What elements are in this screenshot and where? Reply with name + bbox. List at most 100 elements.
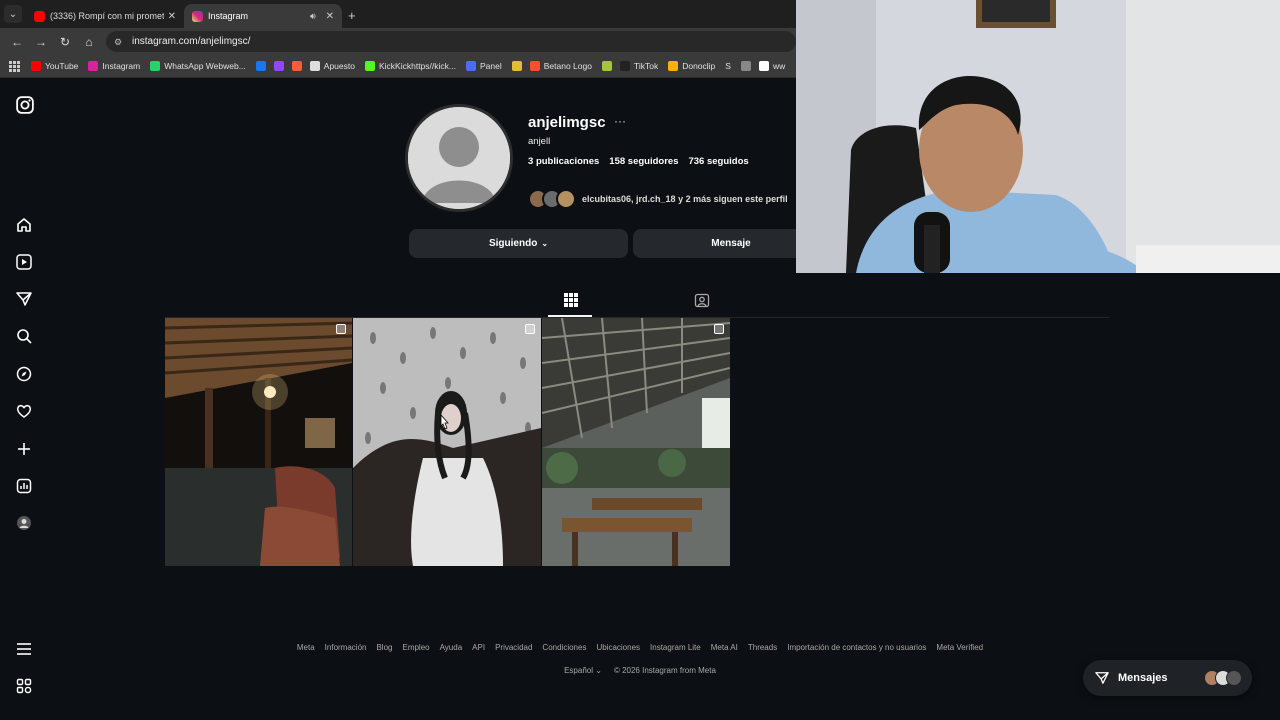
post-rain-patio[interactable] [542, 318, 730, 566]
forward-icon[interactable]: → [30, 35, 52, 49]
bookmark-favicon-icon [465, 61, 476, 71]
bookmark-label: ww [772, 61, 786, 71]
profile-avatar[interactable] [405, 104, 513, 212]
post-image [165, 318, 352, 566]
messages-icon [1095, 672, 1109, 684]
bookmark-item[interactable] [601, 61, 616, 71]
carousel-icon [525, 324, 535, 334]
post-image [542, 318, 730, 566]
bookmark-label: KickKickhttps//kick... [378, 61, 456, 71]
close-tab-icon[interactable]: ✕ [326, 11, 334, 22]
active-tab-indicator [548, 315, 592, 317]
bookmark-item[interactable]: Apuesto [309, 61, 355, 71]
tab-search-button[interactable]: ⌄ [4, 5, 22, 23]
following-button[interactable]: Siguiendo ⌄ [409, 229, 628, 258]
footer-link[interactable]: API [472, 643, 485, 652]
bookmark-item[interactable] [273, 61, 288, 71]
message-avatars [1204, 670, 1242, 686]
bookmark-item[interactable]: S [725, 61, 755, 71]
bookmark-label: Panel [479, 61, 502, 71]
footer-link[interactable]: Meta [297, 643, 315, 652]
carousel-icon [714, 324, 724, 334]
bookmark-item[interactable]: Betano Logo [529, 61, 592, 71]
tab-youtube[interactable]: (3336) Rompí con mi prometida ✕ [26, 4, 184, 28]
home-icon[interactable] [16, 217, 32, 233]
bookmark-favicon-icon [309, 61, 320, 71]
bookmark-item[interactable]: WhatsApp Webweb... [150, 61, 246, 71]
footer-link[interactable]: Threads [748, 643, 777, 652]
footer-link[interactable]: Ubicaciones [596, 643, 640, 652]
chevron-down-icon: ⌄ [595, 666, 602, 675]
post-girl-curtain[interactable] [353, 318, 541, 566]
bookmark-favicon-icon [291, 61, 302, 71]
posts-grid-icon[interactable] [563, 292, 579, 308]
apps-grid-icon[interactable] [9, 61, 20, 72]
bookmark-item[interactable]: ww [758, 61, 786, 71]
followers-stat[interactable]: 158 seguidores [609, 156, 678, 167]
footer-link[interactable]: Condiciones [542, 643, 586, 652]
bookmark-item[interactable] [291, 61, 306, 71]
messages-button[interactable]: Mensajes [1083, 660, 1252, 696]
post-image [353, 318, 541, 566]
follower-avatar [556, 189, 576, 209]
instagram-icon[interactable] [16, 96, 34, 114]
bookmark-label: Donoclip [682, 61, 716, 71]
bookmark-item[interactable] [255, 61, 270, 71]
followed-by[interactable]: elcubitas06, jrd.ch_18 y 2 más siguen es… [528, 189, 788, 209]
following-stat[interactable]: 736 seguidos [688, 156, 748, 167]
site-info-icon[interactable]: ⚙ [114, 37, 126, 47]
footer-link[interactable]: Empleo [402, 643, 429, 652]
explore-icon[interactable] [16, 366, 32, 382]
footer-link[interactable]: Ayuda [440, 643, 463, 652]
language-selector[interactable]: Español ⌄ [564, 666, 602, 675]
new-tab-button[interactable]: + [348, 8, 356, 23]
speaker-icon[interactable]: 🔊︎ [310, 11, 316, 22]
footer-link[interactable]: Información [325, 643, 367, 652]
bookmark-item[interactable]: KickKickhttps//kick... [364, 61, 456, 71]
footer-link[interactable]: Privacidad [495, 643, 532, 652]
profile-full-name: anjell [528, 136, 551, 147]
followed-by-names: elcubitas06, jrd.ch_18 [582, 194, 676, 204]
bookmark-label: S [725, 61, 731, 71]
bookmark-item[interactable]: Panel [465, 61, 502, 71]
address-bar[interactable]: ⚙ instagram.com/anjelimgsc/ [106, 31, 796, 52]
bookmark-item[interactable]: Donoclip [668, 61, 715, 71]
tab-title: (3336) Rompí con mi prometida [50, 11, 164, 21]
bookmark-item[interactable] [511, 61, 526, 71]
reload-icon[interactable]: ↻ [54, 35, 76, 49]
default-avatar-icon [408, 107, 510, 209]
messages-icon[interactable] [16, 291, 32, 307]
more-options-icon[interactable]: ··· [614, 114, 626, 128]
footer-link[interactable]: Instagram Lite [650, 643, 701, 652]
webcam-image [796, 0, 1280, 273]
bookmark-item[interactable]: YouTube [31, 61, 78, 71]
create-icon[interactable] [16, 441, 32, 457]
profile-stats: 3 publicaciones 158 seguidores 736 segui… [528, 156, 749, 167]
post-night-porch[interactable] [165, 318, 352, 566]
bookmark-label: Instagram [102, 61, 141, 71]
bookmark-item[interactable]: Instagram [88, 61, 140, 71]
dashboard-icon[interactable] [16, 478, 32, 494]
footer-link[interactable]: Blog [376, 643, 392, 652]
close-tab-icon[interactable]: ✕ [168, 11, 176, 22]
bookmark-label: Apuesto [323, 61, 355, 71]
bookmark-item[interactable]: TikTok [619, 61, 658, 71]
footer-link[interactable]: Meta Verified [936, 643, 983, 652]
tab-instagram[interactable]: Instagram 🔊︎ ✕ [184, 4, 342, 28]
also-from-meta-icon[interactable] [16, 678, 32, 694]
bookmark-favicon-icon [88, 61, 99, 71]
reels-icon[interactable] [16, 254, 32, 270]
profile-avatar-icon[interactable] [16, 515, 32, 531]
footer-link[interactable]: Meta AI [711, 643, 738, 652]
bookmark-favicon-icon [150, 61, 161, 71]
bookmark-favicon-icon [31, 61, 41, 71]
bookmark-label: WhatsApp Webweb... [164, 61, 246, 71]
tagged-icon[interactable] [694, 292, 710, 308]
back-icon[interactable]: ← [6, 35, 28, 49]
notifications-icon[interactable] [16, 403, 32, 419]
search-icon[interactable] [16, 328, 32, 344]
home-icon[interactable]: ⌂ [78, 35, 100, 49]
footer-link[interactable]: Importación de contactos y no usuarios [787, 643, 926, 652]
followed-by-suffix: y 2 más siguen este perfil [678, 194, 788, 204]
bookmark-favicon-icon [364, 61, 375, 71]
